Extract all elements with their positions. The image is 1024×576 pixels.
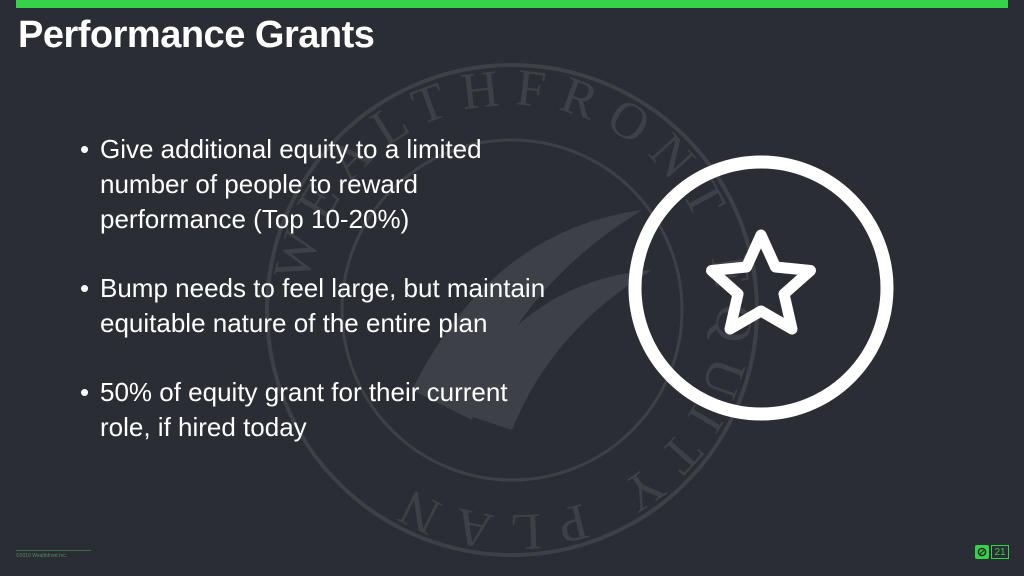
bullet-dot: • [80, 273, 90, 303]
bullet-dot: • [80, 134, 90, 164]
slide-number-block: 21 [975, 544, 1009, 560]
bullet-item: • Give additional equity to a limited nu… [80, 132, 560, 237]
star-icon [706, 229, 816, 335]
copyright-text: ©2019 Wealthfront Inc. [16, 553, 68, 559]
bullet-text: Give additional equity to a limited numb… [100, 134, 482, 234]
bullet-text: Bump needs to feel large, but maintain e… [100, 273, 546, 338]
bullet-dot: • [80, 377, 90, 407]
wealthfront-logo-icon [975, 545, 989, 559]
accent-bar [16, 0, 1008, 8]
star-in-circle-icon [628, 155, 894, 421]
bullet-item: • Bump needs to feel large, but maintain… [80, 271, 560, 341]
footer-divider [16, 550, 91, 551]
slide-number: 21 [991, 545, 1009, 559]
bullet-item: • 50% of equity grant for their current … [80, 375, 560, 445]
bullet-text: 50% of equity grant for their current ro… [100, 377, 508, 442]
slide-title: Performance Grants [18, 14, 375, 56]
bullet-list: • Give additional equity to a limited nu… [80, 132, 560, 479]
